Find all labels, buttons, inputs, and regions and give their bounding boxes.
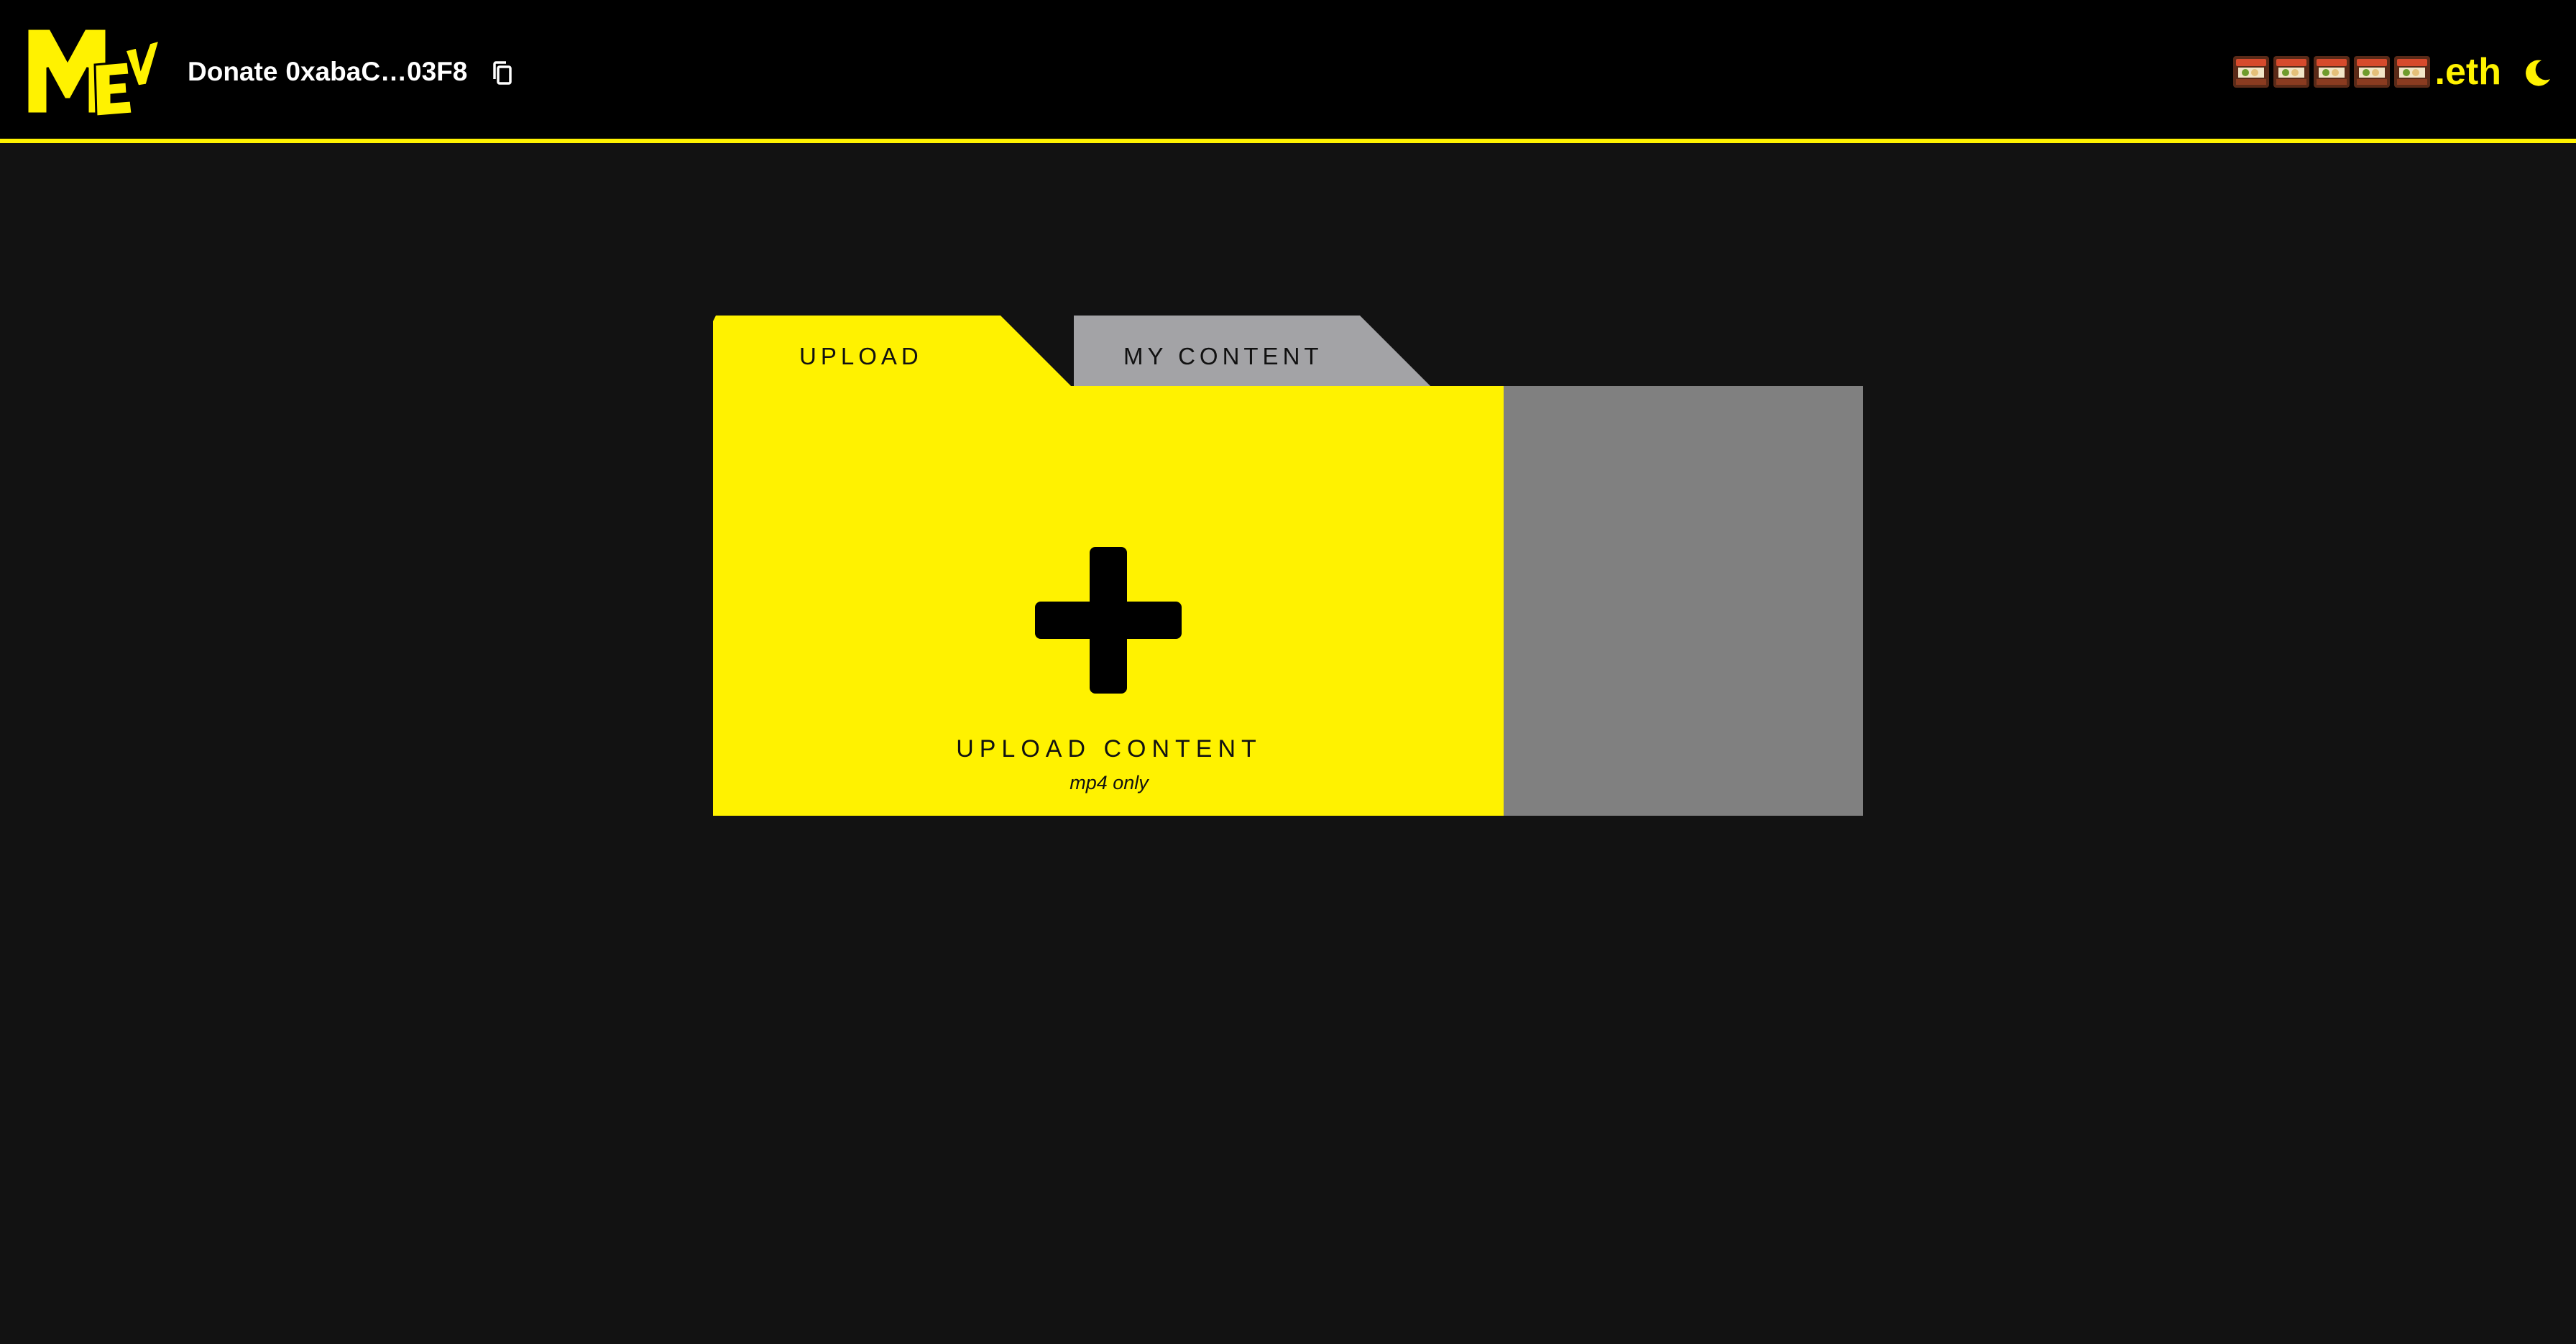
food-stall-emoji-icon — [2273, 55, 2310, 89]
food-stall-emoji-icon — [2353, 55, 2391, 89]
ens-suffix: .eth — [2434, 51, 2501, 93]
plus-icon[interactable] — [1035, 547, 1182, 694]
food-stall-emoji-icon — [2393, 55, 2431, 89]
ens-name-button[interactable]: .eth — [2232, 49, 2501, 95]
mev-logo-icon[interactable] — [26, 24, 160, 118]
donate-link[interactable]: Donate 0xabaC…03F8 — [188, 53, 467, 91]
donate-address: 0xabaC…03F8 — [285, 57, 468, 86]
food-stall-emoji-icon — [2313, 55, 2350, 89]
tab-my-content-label[interactable]: MY CONTENT — [1123, 343, 1323, 370]
food-stall-emoji-icon — [2232, 55, 2270, 89]
donate-label: Donate — [188, 57, 278, 86]
top-header: Donate 0xabaC…03F8 .eth — [0, 0, 2576, 143]
upload-format-hint: mp4 only — [1070, 772, 1149, 793]
upload-content-label: UPLOAD CONTENT — [956, 735, 1262, 763]
upload-folder: UPLOAD MY CONTENT UPLOAD CONTENT mp4 onl… — [712, 314, 1864, 817]
moon-icon[interactable] — [2523, 57, 2553, 88]
preview-panel — [1504, 386, 1863, 816]
upload-dropzone[interactable]: UPLOAD CONTENT mp4 only — [713, 386, 1502, 816]
tab-upload-label[interactable]: UPLOAD — [799, 343, 923, 370]
copy-icon[interactable] — [492, 60, 513, 86]
